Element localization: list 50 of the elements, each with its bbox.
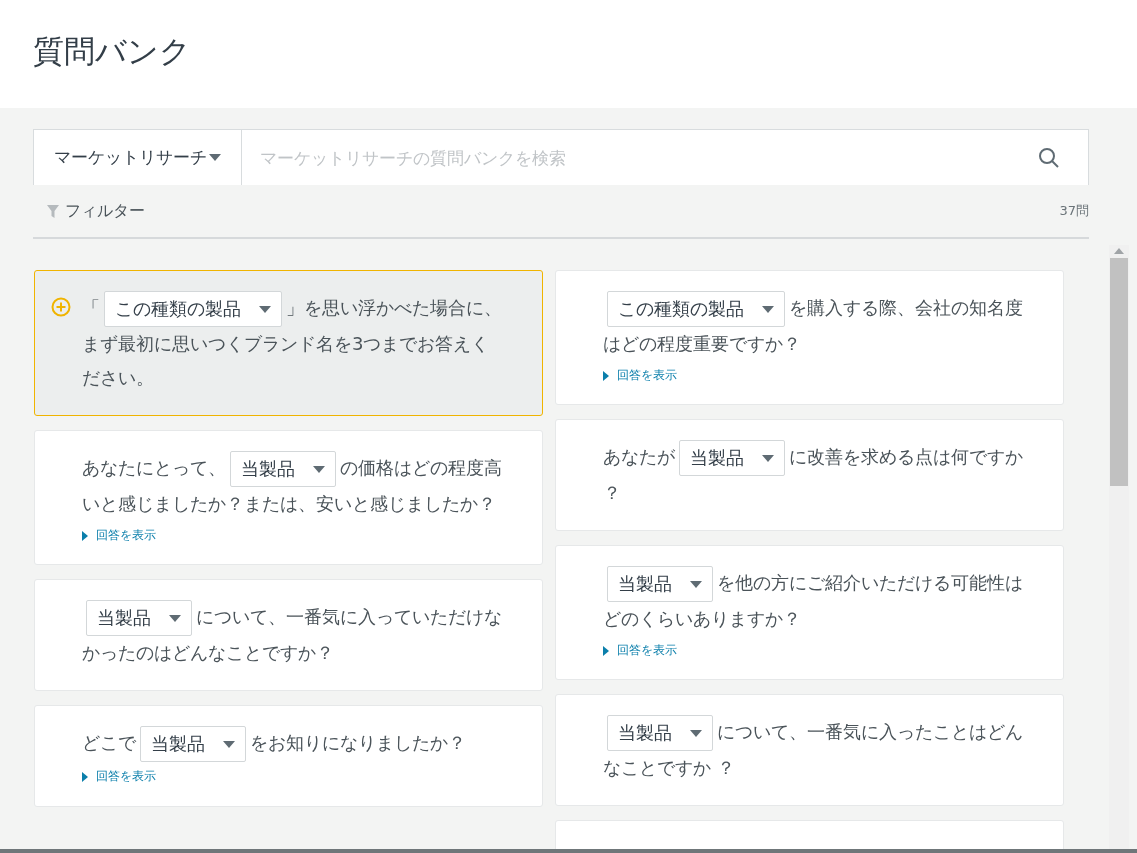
question-card[interactable]: 「 この種類の製品 」を思い浮かべた場合に、まず最初に思いつくブランド名を3つまでお答えください。 bbox=[34, 270, 543, 416]
product-dropdown[interactable]: 当製品 bbox=[607, 566, 713, 602]
product-dropdown[interactable]: 当製品 bbox=[679, 440, 785, 476]
product-dropdown[interactable]: 当製品 bbox=[607, 715, 713, 751]
caret-icon bbox=[259, 305, 271, 313]
question-card[interactable]: 当製品 を他の方にご紹介いただける可能性はどのくらいありますか？ 回答を表示 bbox=[555, 545, 1064, 680]
question-card[interactable]: 当製品 について、一番気に入ったことはどんなことですか ？ bbox=[555, 694, 1064, 806]
expand-icon[interactable] bbox=[603, 645, 609, 656]
expand-icon[interactable] bbox=[82, 530, 88, 541]
caret-icon bbox=[690, 729, 702, 737]
caret-icon bbox=[762, 305, 774, 313]
question-text: どこで 当製品 をお知りになりましたか？ bbox=[82, 726, 502, 762]
filter-button[interactable]: フィルター bbox=[65, 200, 145, 222]
add-icon[interactable] bbox=[51, 297, 71, 317]
question-text: 「 この種類の製品 」を思い浮かべた場合に、まず最初に思いつくブランド名を3つまでお答えください。 bbox=[82, 291, 502, 395]
caret-icon bbox=[209, 154, 221, 161]
caret-icon bbox=[313, 465, 325, 473]
search-field[interactable]: マーケットリサーチ マーケットリサーチの質問バンクを検索 bbox=[33, 129, 1089, 185]
caret-icon bbox=[762, 454, 774, 462]
question-card[interactable]: あなたが 当製品 に改善を求める点は何ですか？ bbox=[555, 419, 1064, 531]
question-text: あなたが 当製品 に改善を求める点は何ですか？ bbox=[603, 440, 1023, 510]
question-text: 当製品 について、一番気に入っていただけなかったのはどんなことですか？ bbox=[82, 600, 502, 670]
show-answers-link[interactable]: 回答を表示 bbox=[96, 768, 156, 785]
question-card[interactable]: 当製品 について、一番気に入っていただけなかったのはどんなことですか？ bbox=[34, 579, 543, 691]
product-dropdown[interactable]: この種類の製品 bbox=[607, 291, 785, 327]
question-text: この種類の製品 を購入する際、会社の知名度はどの程度重要ですか？ bbox=[603, 291, 1023, 361]
expand-icon[interactable] bbox=[82, 771, 88, 782]
question-text: 当製品 について、一番気に入ったことはどんなことですか ？ bbox=[603, 715, 1023, 785]
product-dropdown[interactable]: 当製品 bbox=[230, 451, 336, 487]
show-answers-link[interactable]: 回答を表示 bbox=[96, 527, 156, 544]
scroll-up-icon[interactable] bbox=[1114, 248, 1124, 254]
question-card[interactable]: この種類の製品 を購入する際、会社の知名度はどの程度重要ですか？ 回答を表示 bbox=[555, 270, 1064, 405]
caret-icon bbox=[169, 614, 181, 622]
question-card[interactable]: どこで 当製品 をお知りになりましたか？ 回答を表示 bbox=[34, 705, 543, 807]
question-text: あなたにとって、 当製品 の価格はどの程度高いと感じましたか？または、安いと感じましたか？ bbox=[82, 451, 502, 521]
page-title: 質問バンク bbox=[33, 32, 191, 71]
question-card[interactable]: あなたにとって、 当製品 の価格はどの程度高いと感じましたか？または、安いと感じましたか？ 回答を表示 bbox=[34, 430, 543, 565]
caret-icon bbox=[690, 580, 702, 588]
caret-icon bbox=[223, 740, 235, 748]
filter-icon[interactable] bbox=[47, 204, 59, 218]
question-count: 37問 bbox=[1059, 202, 1089, 220]
show-answers-link[interactable]: 回答を表示 bbox=[617, 367, 677, 384]
question-text: 当製品 を他の方にご紹介いただける可能性はどのくらいありますか？ bbox=[603, 566, 1023, 636]
search-icon[interactable] bbox=[1038, 146, 1060, 169]
product-dropdown[interactable]: 当製品 bbox=[86, 600, 192, 636]
expand-icon[interactable] bbox=[603, 370, 609, 381]
scrollbar[interactable] bbox=[1109, 245, 1129, 849]
product-dropdown[interactable]: 当製品 bbox=[140, 726, 246, 762]
product-dropdown[interactable]: この種類の製品 bbox=[104, 291, 282, 327]
show-answers-link[interactable]: 回答を表示 bbox=[617, 642, 677, 659]
